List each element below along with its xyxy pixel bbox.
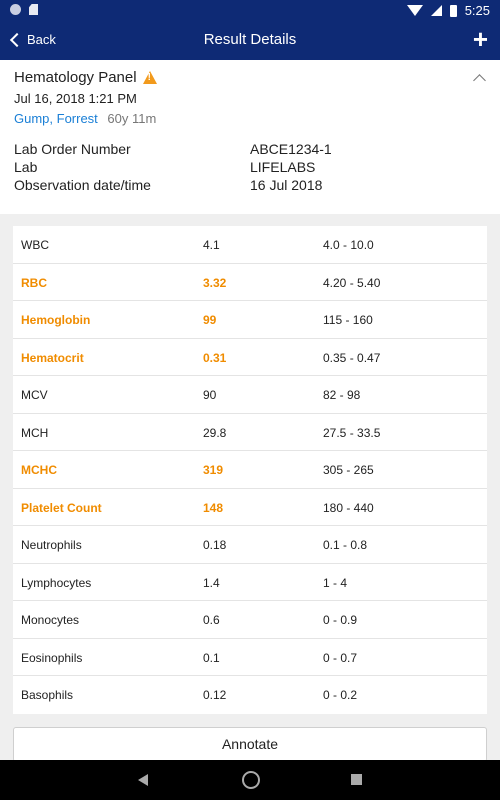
test-name: MCHC (21, 463, 57, 477)
test-range: 0.35 - 0.47 (323, 350, 381, 365)
meta-row: Lab LIFELABS (14, 158, 332, 176)
warning-icon (142, 71, 157, 84)
result-row[interactable]: MCH 29.8 27.5 - 33.5 (13, 414, 487, 451)
meta-value: 16 Jul 2018 (250, 177, 323, 193)
test-range: 27.5 - 33.5 (323, 425, 381, 440)
test-value: 90 (203, 388, 217, 402)
result-row[interactable]: Platelet Count 148 180 - 440 (13, 489, 487, 526)
meta-key: Lab Order Number (14, 141, 131, 157)
test-value: 29.8 (203, 425, 227, 440)
test-value: 0.12 (203, 688, 227, 702)
test-name: WBC (21, 238, 49, 252)
sd-card-icon (29, 4, 38, 15)
test-value: 1.4 (203, 575, 220, 590)
battery-icon (449, 4, 457, 17)
test-range: 0.1 - 0.8 (323, 538, 368, 552)
test-range: 82 - 98 (323, 388, 361, 402)
test-value: 319 (203, 463, 224, 477)
result-row[interactable]: RBC 3.32 4.20 - 5.40 (13, 264, 487, 301)
result-row[interactable]: Hemoglobin 99 115 - 160 (13, 301, 487, 339)
add-button[interactable]: + (473, 25, 488, 53)
annotate-button[interactable]: Annotate (13, 727, 487, 762)
test-range: 180 - 440 (323, 500, 374, 515)
test-name: Hemoglobin (21, 313, 91, 327)
result-row[interactable]: Neutrophils 0.18 0.1 - 0.8 (13, 526, 487, 564)
test-name: Hematocrit (21, 350, 84, 365)
nav-back-icon[interactable] (138, 774, 148, 786)
result-header: Hematology Panel Jul 16, 2018 1:21 PM Gu… (0, 60, 500, 214)
test-value: 148 (203, 500, 224, 515)
test-value: 0.31 (203, 350, 227, 365)
result-row[interactable]: Monocytes 0.6 0 - 0.9 (13, 601, 487, 639)
status-bar: 5:25 (0, 0, 500, 22)
patient-name-link[interactable]: Gump, Forrest (14, 111, 98, 126)
lab-meta: Lab Order Number ABCE1234-1 Lab LIFELABS… (14, 140, 332, 194)
patient-age: 60y 11m (107, 111, 157, 126)
test-range: 115 - 160 (323, 313, 373, 327)
test-range: 4.0 - 10.0 (323, 238, 374, 252)
nav-home-icon[interactable] (242, 771, 260, 789)
clock: 5:25 (464, 3, 490, 18)
test-range: 0 - 0.2 (323, 688, 358, 702)
test-name: Monocytes (21, 613, 80, 627)
test-value: 3.32 (203, 275, 227, 290)
chevron-up-icon[interactable] (473, 74, 486, 87)
test-value: 0.18 (203, 538, 227, 552)
patient-info: Gump, Forrest 60y 11m (14, 111, 156, 126)
test-name: Neutrophils (21, 538, 82, 552)
result-row[interactable]: Basophils 0.12 0 - 0.2 (13, 676, 487, 714)
result-row[interactable]: Lymphocytes 1.4 1 - 4 (13, 564, 487, 601)
test-value: 4.1 (203, 238, 220, 252)
notification-icon (10, 4, 21, 15)
test-name: MCV (21, 388, 48, 402)
test-value: 99 (203, 313, 217, 327)
test-range: 1 - 4 (323, 575, 348, 590)
test-range: 0 - 0.9 (323, 613, 358, 627)
wifi-icon (406, 5, 423, 16)
test-name: MCH (21, 425, 49, 440)
test-name: Lymphocytes (21, 575, 92, 590)
nav-recents-icon[interactable] (351, 774, 362, 785)
page-title: Result Details (203, 31, 297, 48)
system-nav-bar (0, 760, 500, 800)
result-row[interactable]: Eosinophils 0.1 0 - 0.7 (13, 639, 487, 676)
test-range: 4.20 - 5.40 (323, 275, 381, 290)
result-row[interactable]: WBC 4.1 4.0 - 10.0 (13, 226, 487, 264)
test-name: Platelet Count (21, 500, 102, 515)
meta-value: LIFELABS (250, 159, 316, 175)
test-value: 0.6 (203, 613, 220, 627)
signal-icon (430, 5, 442, 16)
meta-key: Lab (14, 159, 38, 175)
meta-value: ABCE1234-1 (250, 141, 332, 157)
app-bar: Back Result Details + (0, 22, 500, 60)
test-name: Basophils (21, 688, 74, 702)
results-table: WBC 4.1 4.0 - 10.0 RBC 3.32 4.20 - 5.40 Hemo… (13, 226, 487, 714)
meta-key: Observation date/time (14, 177, 151, 193)
panel-title-row: Hematology Panel (14, 69, 157, 86)
panel-title: Hematology Panel (14, 69, 137, 86)
test-name: Eosinophils (21, 650, 83, 665)
test-range: 0 - 0.7 (323, 650, 358, 665)
meta-row: Observation date/time 16 Jul 2018 (14, 176, 332, 194)
test-value: 0.1 (203, 650, 220, 665)
test-range: 305 - 265 (323, 463, 374, 477)
result-row[interactable]: MCHC 319 305 - 265 (13, 451, 487, 489)
meta-row: Lab Order Number ABCE1234-1 (14, 140, 332, 158)
test-name: RBC (21, 275, 47, 290)
result-row[interactable]: MCV 90 82 - 98 (13, 376, 487, 414)
result-row[interactable]: Hematocrit 0.31 0.35 - 0.47 (13, 339, 487, 376)
result-datetime: Jul 16, 2018 1:21 PM (14, 91, 137, 106)
